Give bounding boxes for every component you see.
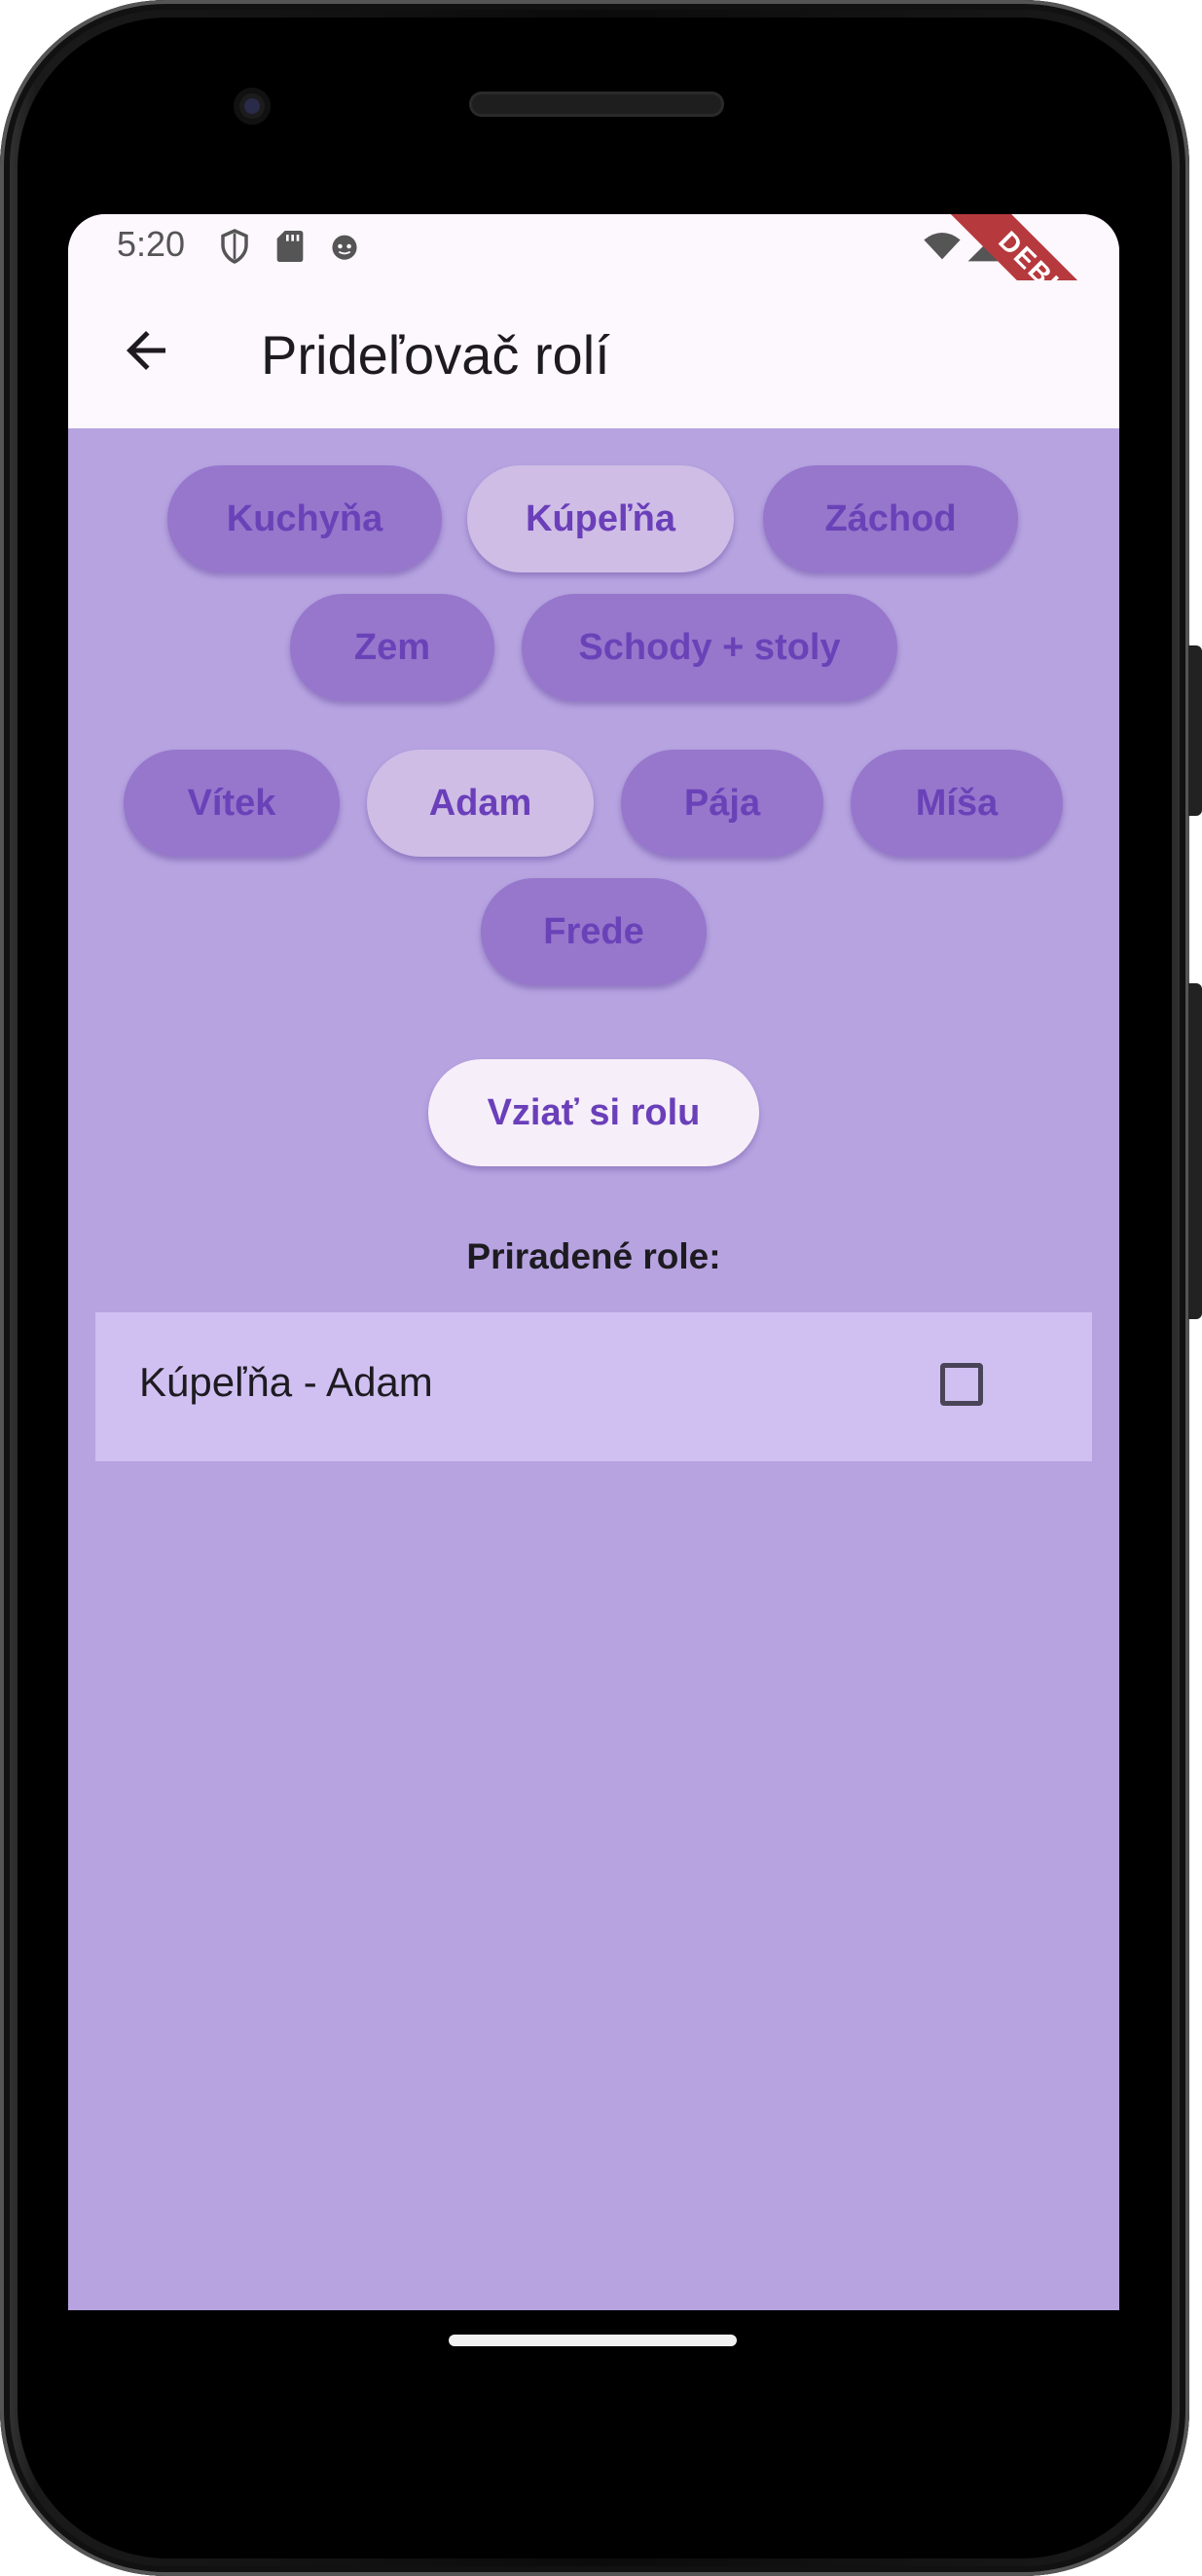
assigned-role-text: Kúpeľňa - Adam [139, 1359, 433, 1405]
assigned-role-row[interactable]: Kúpeľňa - Adam [95, 1312, 1092, 1461]
person-chip-adam[interactable]: Adam [367, 750, 594, 857]
person-chip-frede[interactable]: Frede [481, 878, 707, 985]
front-camera [234, 88, 271, 125]
chip-label: Míša [915, 782, 999, 824]
chip-label: Záchod [824, 497, 957, 539]
sd-card-icon [276, 231, 304, 262]
room-chip-zachod[interactable]: Záchod [763, 465, 1018, 572]
shield-icon [221, 229, 248, 264]
android-face-icon [332, 235, 357, 260]
chip-label: Adam [428, 782, 532, 824]
status-time: 5:20 [117, 224, 186, 264]
earpiece-speaker [469, 92, 724, 117]
volume-button [1188, 983, 1202, 1319]
status-bar: 5:20 DEBUG [68, 214, 1119, 393]
app-bar: Prideľovač rolí [68, 280, 1119, 428]
chip-label: Frede [543, 910, 644, 952]
role-done-checkbox[interactable] [940, 1363, 983, 1406]
room-chip-zem[interactable]: Zem [290, 594, 494, 701]
person-chip-misa[interactable]: Míša [851, 750, 1063, 857]
room-chip-schody-stoly[interactable]: Schody + stoly [522, 594, 897, 701]
power-button [1188, 645, 1202, 816]
back-arrow-icon[interactable] [117, 321, 175, 380]
chip-label: Zem [353, 626, 431, 668]
chip-label: Vítek [187, 782, 276, 824]
chip-label: Schody + stoly [578, 626, 841, 668]
assigned-roles-heading: Priradené role: [466, 1236, 721, 1276]
chip-label: Kuchyňa [226, 497, 383, 539]
person-chip-vitek[interactable]: Vítek [124, 750, 340, 857]
room-chip-kuchyna[interactable]: Kuchyňa [167, 465, 442, 572]
app-screen: 5:20 DEBUG Prideľovač rolí Kuchyňa Kúpeľ… [68, 214, 1119, 2310]
person-chip-paja[interactable]: Pája [621, 750, 823, 857]
chip-label: Pája [683, 782, 761, 824]
wifi-icon [924, 233, 961, 260]
take-role-button[interactable]: Vziať si rolu [428, 1059, 759, 1166]
home-indicator[interactable] [449, 2335, 737, 2346]
page-title: Prideľovač rolí [261, 324, 610, 386]
room-chip-kupelna[interactable]: Kúpeľňa [467, 465, 734, 572]
chip-label: Kúpeľňa [526, 497, 675, 539]
